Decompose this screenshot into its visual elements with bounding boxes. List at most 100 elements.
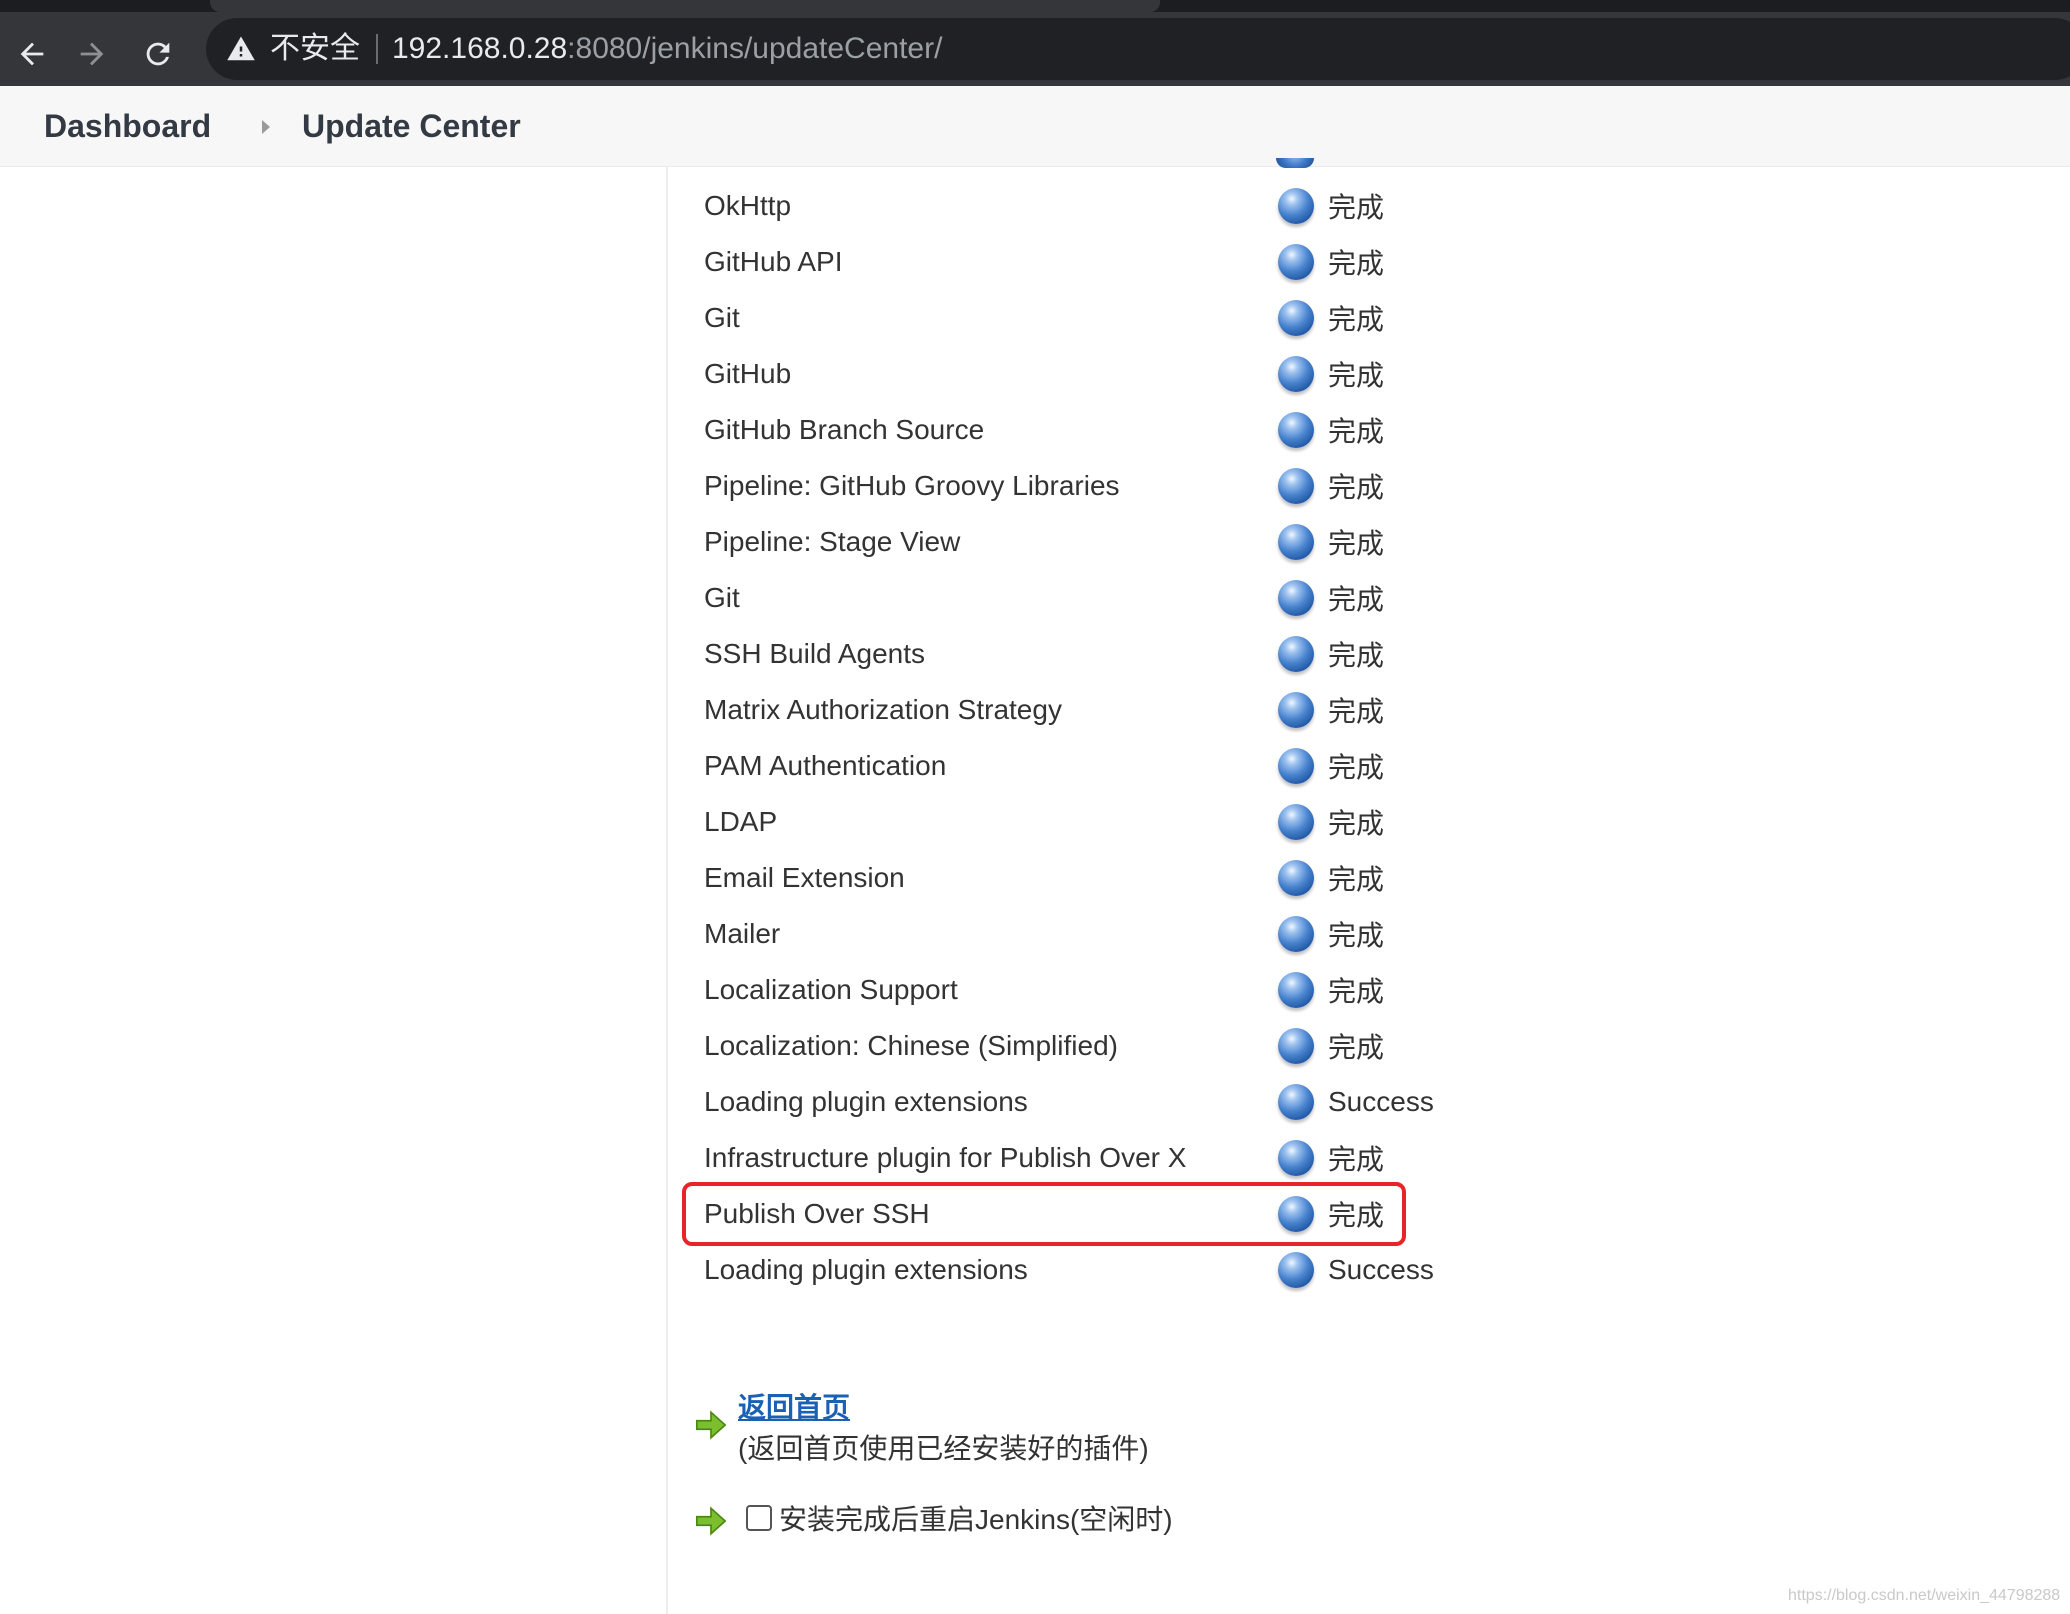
status-text: 完成 — [1328, 976, 1385, 1007]
address-separator — [376, 34, 378, 64]
plugin-status: 完成 — [1276, 738, 1564, 794]
table-row: PAM Authentication 完成 — [704, 738, 1564, 794]
status-ball-icon — [1278, 1084, 1314, 1120]
plugin-name: PAM Authentication — [704, 750, 947, 781]
status-ball-icon — [1278, 636, 1314, 672]
status-ball-icon — [1278, 972, 1314, 1008]
status-text: 完成 — [1328, 1144, 1385, 1175]
status-text: 完成 — [1328, 192, 1385, 223]
green-arrow-icon — [695, 1410, 727, 1440]
plugin-status: 完成 — [1276, 626, 1564, 682]
table-row: Loading plugin extensions Success — [704, 1074, 1564, 1130]
back-button[interactable] — [12, 34, 52, 74]
table-row: Pipeline: Stage View 完成 — [704, 514, 1564, 570]
plugin-status: 完成 — [1276, 290, 1564, 346]
plugin-status: 完成 — [1276, 514, 1564, 570]
plugin-name: Localization: Chinese (Simplified) — [704, 1030, 1118, 1061]
plugin-name: Mailer — [704, 918, 781, 949]
breadcrumb-dashboard[interactable]: Dashboard — [44, 108, 211, 144]
plugin-name: Pipeline: GitHub Groovy Libraries — [704, 470, 1120, 501]
return-home-link[interactable]: 返回首页 — [738, 1392, 850, 1424]
browser-tab-strip — [0, 0, 2070, 12]
plugin-status: 完成 — [1276, 458, 1564, 514]
return-home-description: (返回首页使用已经安装好的插件) — [738, 1433, 1149, 1464]
status-ball-icon — [1278, 748, 1314, 784]
status-text: 完成 — [1328, 920, 1385, 951]
table-row: SSH Build Agents 完成 — [704, 626, 1564, 682]
status-text: 完成 — [1328, 360, 1385, 391]
table-row: GitHub API 完成 — [704, 234, 1564, 290]
plugin-status: 完成 — [1276, 402, 1564, 458]
restart-checkbox[interactable] — [746, 1505, 772, 1531]
restart-checkbox-label[interactable]: 安装完成后重启Jenkins(空闲时) — [779, 1504, 1173, 1536]
plugin-name: Infrastructure plugin for Publish Over X — [704, 1142, 1187, 1173]
table-row: LDAP 完成 — [704, 794, 1564, 850]
plugin-status: 完成 — [1276, 906, 1564, 962]
highlight-annotation — [682, 1182, 1406, 1246]
plugin-name: OkHttp — [704, 190, 792, 221]
sidebar-divider — [666, 166, 668, 1614]
status-ball-icon — [1278, 580, 1314, 616]
breadcrumb-separator-icon[interactable] — [262, 120, 270, 134]
table-row: Localization Support 完成 — [704, 962, 1564, 1018]
browser-toolbar: 不安全 192.168.0.28:8080/jenkins/updateCent… — [0, 12, 2070, 86]
reload-button[interactable] — [138, 34, 178, 74]
status-ball-icon — [1278, 244, 1314, 280]
plugin-name: LDAP — [704, 806, 778, 837]
status-ball-icon — [1278, 692, 1314, 728]
plugin-name: GitHub Branch Source — [704, 414, 985, 445]
plugin-name: Git — [704, 302, 740, 333]
status-ball-icon — [1278, 300, 1314, 336]
status-ball-icon — [1278, 188, 1314, 224]
plugin-status: 完成 — [1276, 1130, 1564, 1186]
address-bar[interactable]: 不安全 192.168.0.28:8080/jenkins/updateCent… — [206, 18, 2070, 80]
security-label[interactable]: 不安全 — [270, 32, 360, 66]
status-text: 完成 — [1328, 248, 1385, 279]
plugin-name: GitHub — [704, 358, 792, 389]
plugin-name: Loading plugin extensions — [704, 1086, 1028, 1117]
plugin-status: 完成 — [1276, 794, 1564, 850]
plugin-status: 完成 — [1276, 962, 1564, 1018]
forward-arrow-icon — [80, 42, 104, 66]
plugin-status: 完成 — [1276, 570, 1564, 626]
plugin-status: Success — [1276, 1074, 1564, 1130]
status-text: 完成 — [1328, 752, 1385, 783]
status-ball-icon — [1278, 916, 1314, 952]
status-text: 完成 — [1328, 304, 1385, 335]
table-row: GitHub 完成 — [704, 346, 1564, 402]
plugin-status: 完成 — [1276, 682, 1564, 738]
active-tab[interactable] — [210, 0, 1160, 12]
plugin-status: 完成 — [1276, 1018, 1564, 1074]
table-row: Localization: Chinese (Simplified) 完成 — [704, 1018, 1564, 1074]
table-row: Matrix Authorization Strategy 完成 — [704, 682, 1564, 738]
status-ball-icon — [1278, 356, 1314, 392]
status-text: 完成 — [1328, 472, 1385, 503]
status-text: 完成 — [1328, 808, 1385, 839]
status-ball-icon — [1278, 524, 1314, 560]
forward-button[interactable] — [72, 34, 112, 74]
install-status-table: OkHttp 完成 GitHub API 完成 Git 完成 GitHub 完成 GitHub … — [704, 178, 1564, 1298]
breadcrumb-update-center[interactable]: Update Center — [302, 108, 521, 144]
url-host: 192.168.0.28 — [392, 32, 568, 65]
status-text: 完成 — [1328, 1032, 1385, 1063]
status-text: 完成 — [1328, 416, 1385, 447]
plugin-status: Success — [1276, 1242, 1564, 1298]
table-row: Infrastructure plugin for Publish Over X… — [704, 1130, 1564, 1186]
breadcrumb: Dashboard Update Center — [0, 86, 2070, 167]
status-ball-icon — [1278, 468, 1314, 504]
table-row: Pipeline: GitHub Groovy Libraries 完成 — [704, 458, 1564, 514]
status-ball-icon — [1278, 412, 1314, 448]
plugin-name: Git — [704, 582, 740, 613]
table-row: Git 完成 — [704, 570, 1564, 626]
table-row: Git 完成 — [704, 290, 1564, 346]
status-ball-icon — [1276, 158, 1314, 168]
status-text: 完成 — [1328, 584, 1385, 615]
plugin-status: 完成 — [1276, 850, 1564, 906]
plugin-name: Email Extension — [704, 862, 905, 893]
plugin-name: Pipeline: Stage View — [704, 526, 961, 557]
warning-icon[interactable] — [226, 34, 256, 64]
url-text[interactable]: 192.168.0.28:8080/jenkins/updateCenter/ — [392, 32, 942, 66]
plugin-status: 完成 — [1276, 346, 1564, 402]
status-ball-icon — [1278, 860, 1314, 896]
status-ball-icon — [1278, 1140, 1314, 1176]
